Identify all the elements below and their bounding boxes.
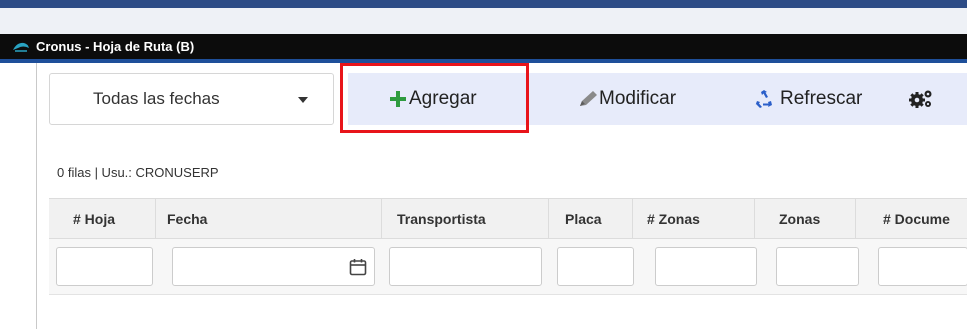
recycle-icon bbox=[755, 90, 772, 108]
refresh-button[interactable]: Refrescar bbox=[754, 73, 862, 125]
calendar-icon[interactable] bbox=[349, 258, 367, 276]
filter-input-transportista[interactable] bbox=[389, 247, 542, 286]
data-grid: # Hoja Fecha Transportista Placa # Zonas… bbox=[49, 198, 967, 318]
filter-input-zonas[interactable] bbox=[776, 247, 859, 286]
tab-strip bbox=[278, 34, 967, 59]
action-button-bar: Agregar Modificar Refrescar bbox=[348, 73, 967, 125]
column-header-num-documentos[interactable]: # Docume bbox=[856, 199, 967, 238]
plus-icon bbox=[390, 91, 406, 107]
tab-title: Cronus - Hoja de Ruta (B) bbox=[36, 39, 195, 54]
filter-input-num-documentos[interactable] bbox=[878, 247, 967, 286]
pencil-icon bbox=[580, 91, 597, 106]
edit-button-label: Modificar bbox=[599, 88, 677, 109]
refresh-button-label: Refrescar bbox=[780, 88, 863, 109]
add-button[interactable]: Agregar bbox=[388, 73, 477, 125]
grid-header-row: # Hoja Fecha Transportista Placa # Zonas… bbox=[49, 198, 967, 239]
main-panel: Todas las fechas Agregar Modificar Refre… bbox=[36, 63, 967, 329]
date-filter-select[interactable]: Todas las fechas bbox=[49, 73, 334, 125]
gears-icon bbox=[909, 90, 932, 108]
column-header-zonas[interactable]: Zonas bbox=[755, 199, 856, 238]
settings-button[interactable] bbox=[908, 73, 934, 125]
edit-button[interactable]: Modificar bbox=[577, 73, 676, 125]
filter-input-num-zonas[interactable] bbox=[655, 247, 757, 286]
toolbar: Todas las fechas Agregar Modificar Refre… bbox=[49, 73, 967, 125]
column-header-fecha[interactable]: Fecha bbox=[156, 199, 382, 238]
window-title-bar bbox=[0, 0, 967, 34]
tab-hoja-de-ruta[interactable]: Cronus - Hoja de Ruta (B) bbox=[0, 34, 278, 59]
app-logo-icon bbox=[12, 41, 30, 53]
column-header-transportista[interactable]: Transportista bbox=[382, 199, 549, 238]
date-filter-value: Todas las fechas bbox=[93, 89, 220, 108]
status-text: 0 filas | Usu.: CRONUSERP bbox=[57, 165, 219, 180]
grid-filter-row bbox=[49, 239, 967, 295]
column-header-num-zonas[interactable]: # Zonas bbox=[633, 199, 755, 238]
filter-input-hoja[interactable] bbox=[56, 247, 153, 286]
chevron-down-icon bbox=[298, 97, 308, 103]
filter-input-fecha[interactable] bbox=[172, 247, 375, 286]
add-button-label: Agregar bbox=[409, 88, 477, 109]
filter-input-placa[interactable] bbox=[557, 247, 634, 286]
column-header-hoja[interactable]: # Hoja bbox=[49, 199, 156, 238]
column-header-placa[interactable]: Placa bbox=[549, 199, 633, 238]
